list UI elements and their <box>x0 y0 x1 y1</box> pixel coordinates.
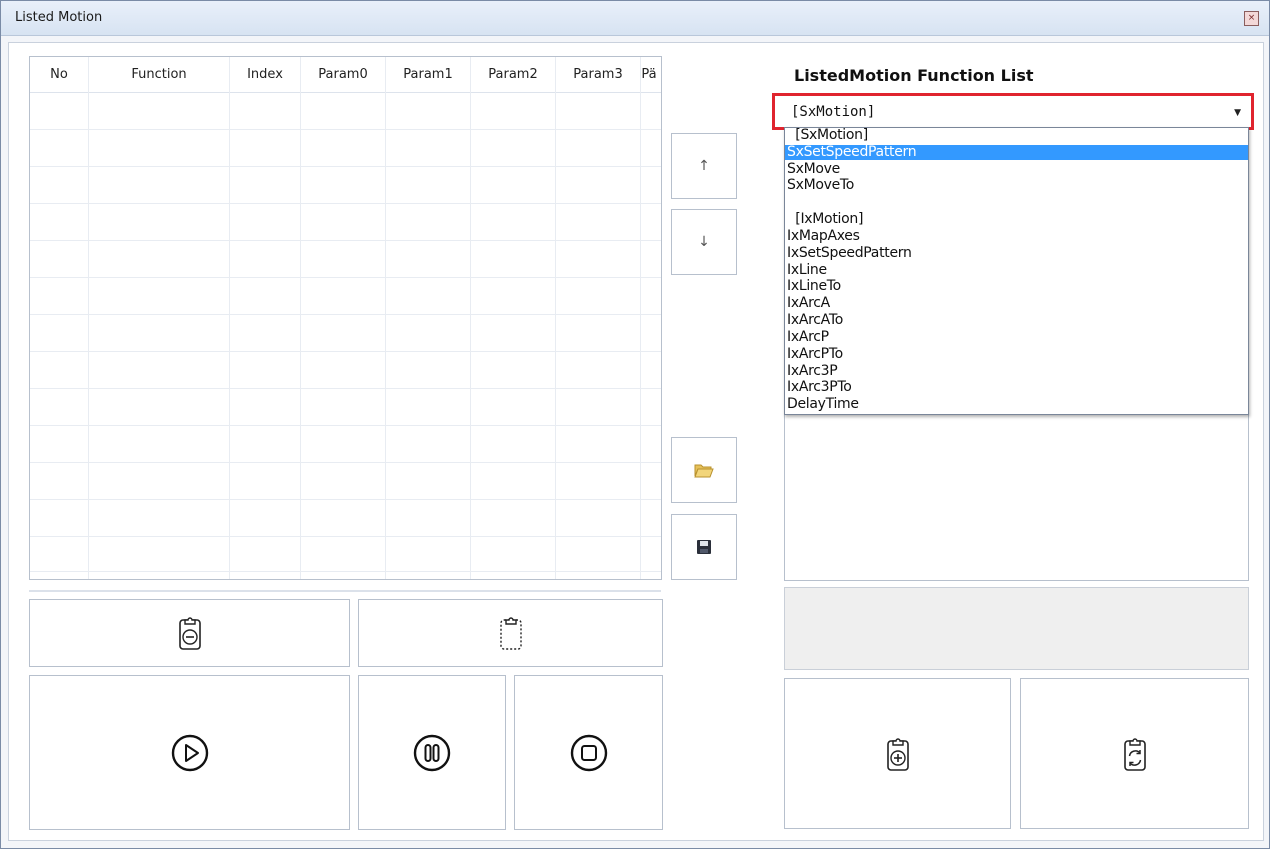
save-file-button[interactable] <box>671 514 737 580</box>
column-header-no[interactable]: No <box>30 67 88 82</box>
window-title: Listed Motion <box>15 10 103 25</box>
stop-circle-icon <box>570 734 607 771</box>
remove-item-button[interactable] <box>29 599 350 667</box>
column-header-function[interactable]: Function <box>89 67 229 82</box>
motion-grid[interactable]: No Function Index Param0 Param1 Param2 P… <box>29 56 662 580</box>
dropdown-item[interactable]: IxArcPTo <box>787 347 843 362</box>
clipboard-refresh-icon <box>1123 737 1146 771</box>
play-button[interactable] <box>29 675 350 830</box>
dropdown-item[interactable]: IxArcATo <box>787 313 843 328</box>
dropdown-item[interactable]: IxLine <box>787 263 827 278</box>
dropdown-item[interactable]: SxMoveTo <box>787 178 854 193</box>
dropdown-item[interactable]: DelayTime <box>787 397 859 412</box>
clipboard-empty-icon <box>499 617 522 650</box>
function-list-dropdown[interactable]: [SxMotion] SxSetSpeedPattern SxMove SxMo… <box>784 127 1249 415</box>
column-header-param1[interactable]: Param1 <box>386 67 470 82</box>
grid-separator <box>29 590 661 592</box>
refresh-item-button[interactable] <box>1020 678 1249 829</box>
combobox-selected-value: [SxMotion] <box>791 104 876 120</box>
move-down-button[interactable]: ↓ <box>671 209 737 275</box>
column-header-param2[interactable]: Param2 <box>471 67 555 82</box>
function-list-title: ListedMotion Function List <box>794 66 1034 85</box>
folder-open-icon <box>694 464 714 478</box>
clear-list-button[interactable] <box>358 599 663 667</box>
chevron-down-icon[interactable]: ▼ <box>1234 108 1241 118</box>
dropdown-item[interactable]: [SxMotion] <box>787 128 868 143</box>
close-button[interactable]: × <box>1244 11 1259 26</box>
dropdown-item[interactable]: [IxMotion] <box>787 212 863 227</box>
column-header-param3[interactable]: Param3 <box>556 67 640 82</box>
grid-header: No Function Index Param0 Param1 Param2 P… <box>30 57 661 93</box>
open-file-button[interactable] <box>671 437 737 503</box>
dropdown-item[interactable]: IxSetSpeedPattern <box>787 246 912 261</box>
add-item-button[interactable] <box>784 678 1011 829</box>
column-header-param4-partial[interactable]: Pä <box>634 67 661 82</box>
dropdown-item[interactable]: IxArcP <box>787 330 829 345</box>
status-box <box>784 587 1249 670</box>
dropdown-item-selected[interactable]: SxSetSpeedPattern <box>785 145 1248 160</box>
dropdown-item[interactable]: IxLineTo <box>787 279 841 294</box>
column-header-index[interactable]: Index <box>230 67 300 82</box>
column-header-param0[interactable]: Param0 <box>301 67 385 82</box>
play-circle-icon <box>171 734 208 771</box>
title-bar: Listed Motion × <box>1 1 1269 36</box>
save-disk-icon <box>697 540 711 554</box>
arrow-down-icon: ↓ <box>698 234 710 250</box>
clipboard-plus-icon <box>886 737 909 771</box>
dropdown-item[interactable]: IxMapAxes <box>787 229 860 244</box>
dropdown-item[interactable]: IxArcA <box>787 296 830 311</box>
dropdown-item[interactable]: IxArc3P <box>787 364 838 379</box>
clipboard-minus-icon <box>178 617 201 650</box>
arrow-up-icon: ↑ <box>698 158 710 174</box>
dropdown-item[interactable]: IxArc3PTo <box>787 380 852 395</box>
move-up-button[interactable]: ↑ <box>671 133 737 199</box>
pause-button[interactable] <box>358 675 506 830</box>
function-list-combobox[interactable]: [SxMotion] ▼ <box>772 93 1254 130</box>
dropdown-item[interactable]: SxMove <box>787 162 840 177</box>
stop-button[interactable] <box>514 675 663 830</box>
pause-circle-icon <box>413 734 451 771</box>
function-detail-area <box>784 414 1249 581</box>
